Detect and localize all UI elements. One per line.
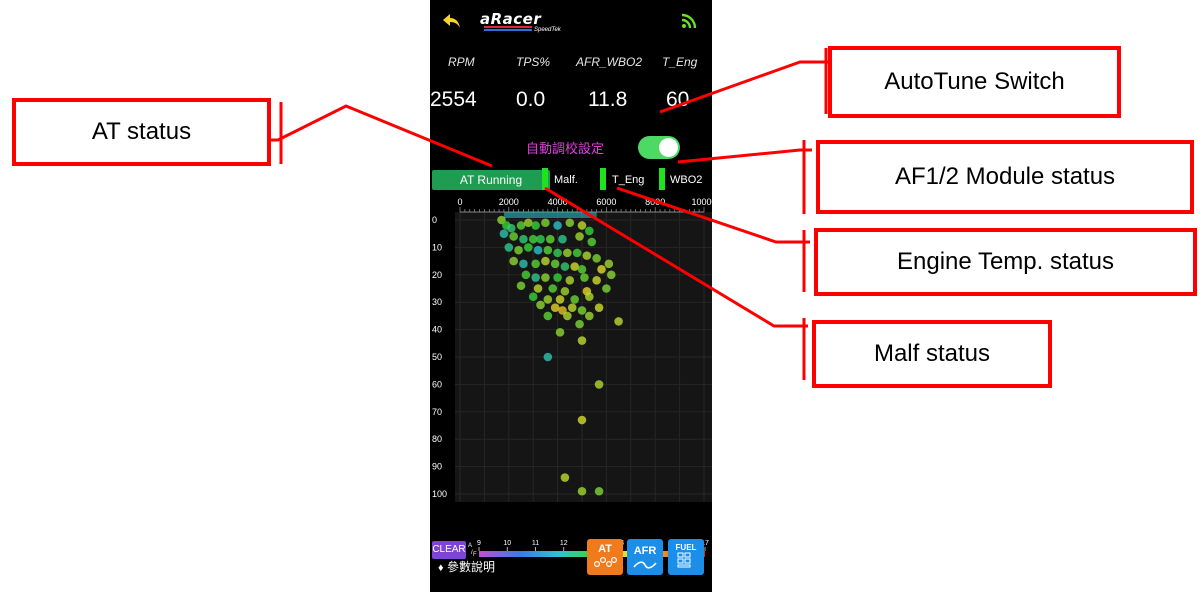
af-module-status-callout: AF1/2 Module status <box>816 140 1194 214</box>
at-status-callout: AT status <box>12 98 271 166</box>
engine-temp-status-callout: Engine Temp. status <box>814 228 1197 296</box>
af-module-leader <box>677 148 812 164</box>
autotune-switch-callout: AutoTune Switch <box>828 46 1121 118</box>
malf-status-callout: Malf status <box>812 320 1052 388</box>
at-status-leader <box>270 104 493 168</box>
autotune-leader <box>659 60 831 114</box>
engine-temp-leader <box>616 186 810 244</box>
